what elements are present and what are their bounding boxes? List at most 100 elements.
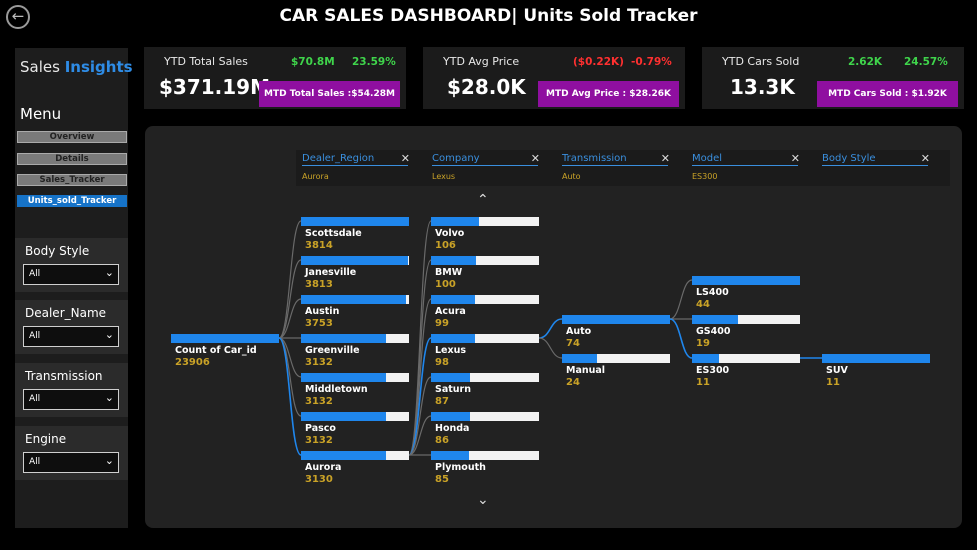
node-bar — [301, 217, 409, 226]
node-bar-fill — [301, 256, 408, 265]
node-label: SUV — [826, 365, 848, 376]
node-bar-fill — [431, 217, 479, 226]
node-bar — [431, 295, 539, 304]
tree-node-region[interactable]: Greenville 3132 — [301, 334, 409, 368]
node-value: 11 — [696, 377, 710, 388]
node-bar — [301, 412, 409, 421]
node-bar — [431, 334, 539, 343]
node-label: Middletown — [305, 384, 368, 395]
node-bar-fill — [822, 354, 930, 363]
node-label: Plymouth — [435, 462, 486, 473]
node-bar-fill — [431, 451, 469, 460]
node-bar — [692, 354, 800, 363]
node-value: 99 — [435, 318, 449, 329]
node-bar — [431, 217, 539, 226]
node-label: Count of Car_id — [175, 345, 257, 356]
node-value: 24 — [566, 377, 580, 388]
node-label: Janesville — [305, 267, 357, 278]
node-value: 3753 — [305, 318, 333, 329]
node-label: Greenville — [305, 345, 360, 356]
node-bar-fill — [301, 295, 406, 304]
node-label: ES300 — [696, 365, 730, 376]
tree-node-company[interactable]: Lexus 98 — [431, 334, 539, 368]
node-value: 3814 — [305, 240, 333, 251]
tree-node-model[interactable]: ES300 11 — [692, 354, 800, 388]
node-value: 44 — [696, 299, 710, 310]
node-value: 3132 — [305, 396, 333, 407]
node-value: 11 — [826, 377, 840, 388]
connector — [408, 298, 432, 456]
node-value: 85 — [435, 474, 449, 485]
node-value: 3132 — [305, 357, 333, 368]
node-bar-fill — [562, 354, 597, 363]
node-bar — [301, 256, 409, 265]
tree-node-region[interactable]: Austin 3753 — [301, 295, 409, 329]
node-value: 3130 — [305, 474, 333, 485]
node-label: Austin — [305, 306, 340, 317]
node-bar-fill — [692, 276, 800, 285]
tree-node-model[interactable]: GS400 19 — [692, 315, 800, 349]
node-bar-fill — [692, 354, 719, 363]
tree-node-company[interactable]: Honda 86 — [431, 412, 539, 446]
tree-node-region[interactable]: Middletown 3132 — [301, 373, 409, 407]
node-value: 74 — [566, 338, 580, 349]
node-bar — [171, 334, 279, 343]
node-value: 106 — [435, 240, 456, 251]
tree-node-region[interactable]: Scottsdale 3814 — [301, 217, 409, 251]
connector — [278, 298, 302, 339]
node-bar-fill — [692, 315, 739, 324]
node-bar — [301, 373, 409, 382]
tree-node-company[interactable]: Volvo 106 — [431, 217, 539, 251]
node-bar — [431, 256, 539, 265]
tree-node-region[interactable]: Janesville 3813 — [301, 256, 409, 290]
active-connector — [669, 318, 693, 359]
node-bar-fill — [562, 315, 670, 324]
node-bar — [301, 334, 409, 343]
node-bar-fill — [431, 295, 476, 304]
tree-node-transmission[interactable]: Auto 74 — [562, 315, 670, 349]
node-value: 100 — [435, 279, 456, 290]
tree-node-model[interactable]: LS400 44 — [692, 276, 800, 310]
tree-node-region[interactable]: Aurora 3130 — [301, 451, 409, 485]
node-bar-fill — [301, 217, 409, 226]
node-bar-fill — [301, 451, 387, 460]
connector — [669, 279, 693, 320]
node-bar-fill — [171, 334, 279, 343]
node-label: Honda — [435, 423, 470, 434]
node-value: 19 — [696, 338, 710, 349]
tree-node-company[interactable]: Plymouth 85 — [431, 451, 539, 485]
tree-node-region[interactable]: Pasco 3132 — [301, 412, 409, 446]
node-label: GS400 — [696, 326, 731, 337]
tree-node-company[interactable]: Saturn 87 — [431, 373, 539, 407]
node-label: BMW — [435, 267, 463, 278]
node-bar-fill — [431, 256, 477, 265]
chevron-up-icon[interactable]: ⌃ — [477, 192, 489, 208]
connector — [408, 259, 432, 456]
node-label: Auto — [566, 326, 592, 337]
node-bar-fill — [301, 373, 387, 382]
node-bar-fill — [431, 373, 470, 382]
node-bar — [692, 315, 800, 324]
node-value: 3813 — [305, 279, 333, 290]
node-bar — [301, 451, 409, 460]
node-value: 86 — [435, 435, 449, 446]
node-value: 3132 — [305, 435, 333, 446]
node-bar-fill — [431, 412, 470, 421]
tree-node-body-style[interactable]: SUV 11 — [822, 354, 930, 388]
node-bar — [301, 295, 409, 304]
node-label: Saturn — [435, 384, 472, 395]
tree-node-transmission[interactable]: Manual 24 — [562, 354, 670, 388]
node-value: 23906 — [175, 357, 210, 368]
tree-node-company[interactable]: Acura 99 — [431, 295, 539, 329]
tree-node-company[interactable]: BMW 100 — [431, 256, 539, 290]
node-bar — [692, 276, 800, 285]
node-label: Pasco — [305, 423, 336, 434]
node-label: Acura — [435, 306, 466, 317]
node-label: Volvo — [435, 228, 465, 239]
node-label: Manual — [566, 365, 606, 376]
tree-root-node: Count of Car_id 23906 — [171, 334, 279, 368]
node-value: 98 — [435, 357, 449, 368]
chevron-down-icon[interactable]: ⌄ — [477, 492, 489, 508]
node-bar-fill — [301, 412, 387, 421]
node-label: Scottsdale — [305, 228, 362, 239]
